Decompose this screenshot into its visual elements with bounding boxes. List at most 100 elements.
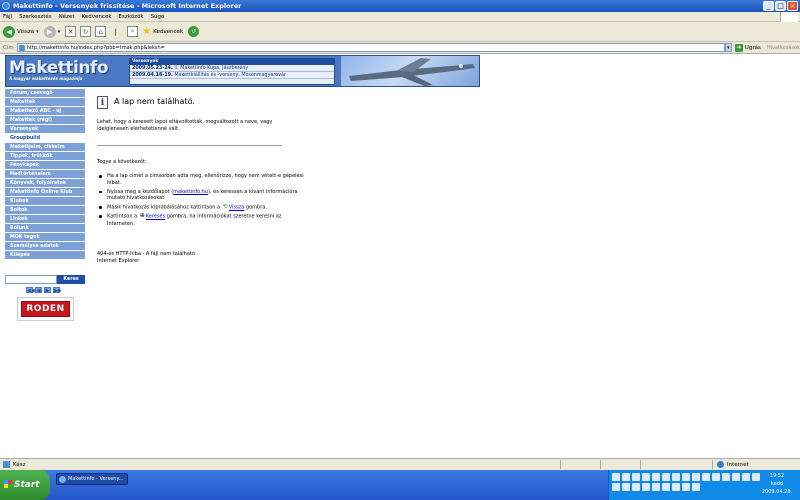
tray-icon[interactable]: [612, 473, 620, 481]
address-bar: Cím http://makettinfo.hu/index.php?pbb=t…: [0, 42, 800, 54]
list-item-text: Ha a lap címét a címsorban adta meg, ell…: [107, 173, 304, 186]
sidebar-item[interactable]: MOK tagok: [5, 233, 85, 242]
prev-page-icon[interactable]: ◀: [35, 287, 42, 294]
page-icon: [3, 461, 10, 468]
forward-button[interactable]: ▶ ▾: [43, 25, 61, 38]
menu-tools[interactable]: Eszközök: [119, 14, 144, 20]
search-input[interactable]: [5, 275, 57, 284]
news-item[interactable]: 2009.05.23-24. II. Makettinfo Kupa, Jász…: [130, 65, 334, 72]
tray-icon[interactable]: [692, 473, 700, 481]
tray-icon[interactable]: [612, 483, 620, 491]
sidebar-item[interactable]: Boltok: [5, 206, 85, 215]
menu-favorites[interactable]: Kedvencek: [82, 14, 112, 20]
tray-icon[interactable]: [732, 473, 740, 481]
tray-icon[interactable]: [642, 483, 650, 491]
roden-logo: RODEN: [21, 301, 70, 317]
tray-icon[interactable]: [652, 483, 660, 491]
sidebar-item[interactable]: Könyvek, folyóiratok: [5, 179, 85, 188]
status-divider: [560, 460, 561, 469]
back-arrow-icon: ◀: [3, 25, 15, 38]
tray-icon[interactable]: [742, 473, 750, 481]
home-icon[interactable]: ⌂: [95, 26, 107, 37]
chevron-down-icon[interactable]: ▾: [58, 29, 61, 35]
toolbar: ◀ Vissza ▾ ▶ ▾ ✕ ↻ ⌂ | ⌕ ★ Kedvencek ↺: [0, 22, 800, 42]
globe-icon: [717, 461, 724, 468]
tray-icon[interactable]: [672, 473, 680, 481]
list-item: Ha a lap címét a címsorban adta meg, ell…: [99, 173, 307, 187]
sidebar-item[interactable]: Versenyek: [5, 125, 85, 134]
sidebar-item[interactable]: Makettek: [5, 98, 85, 107]
sidebar-item[interactable]: Hadtörténelem: [5, 170, 85, 179]
list-item: Nyissa meg a kezdőlapot (makettinfo.hu),…: [99, 189, 307, 203]
first-page-icon[interactable]: ◀◀: [26, 287, 35, 294]
links-button[interactable]: Hivatkozások: [767, 45, 800, 51]
tray-icon[interactable]: [672, 483, 680, 491]
go-button[interactable]: ➜ Ugrás: [734, 43, 761, 52]
minimize-button[interactable]: _: [763, 1, 774, 11]
clock[interactable]: 19:52 kedd 2009.04.28.: [758, 472, 796, 496]
tray-icon[interactable]: [682, 483, 690, 491]
sidebar-item[interactable]: Makettek (régi): [5, 116, 85, 125]
sidebar-item[interactable]: Rólunk: [5, 224, 85, 233]
sidebar-item[interactable]: Fényképek: [5, 161, 85, 170]
sidebar-item[interactable]: Fórum, csevegő: [5, 89, 85, 98]
search-link[interactable]: Keresés: [146, 214, 165, 220]
instructions-heading: Tegye a következőt:: [97, 159, 147, 165]
menu-view[interactable]: Nézet: [59, 14, 75, 20]
back-link[interactable]: Vissza: [229, 205, 245, 211]
tray-icon[interactable]: [692, 483, 700, 491]
start-button[interactable]: Start: [0, 470, 50, 500]
history-icon[interactable]: ↺: [188, 26, 200, 37]
close-button[interactable]: ×: [787, 1, 798, 11]
tray-icon[interactable]: [632, 473, 640, 481]
sidebar-item[interactable]: Linkek: [5, 215, 85, 224]
tray-icon[interactable]: [622, 483, 630, 491]
tray-icon[interactable]: [652, 473, 660, 481]
window-title: Makettinfo - Versenyek frissítése - Micr…: [13, 2, 242, 10]
divider: [97, 145, 282, 146]
search-button[interactable]: Keres: [57, 275, 85, 284]
tray-icon[interactable]: [722, 473, 730, 481]
sidebar-item[interactable]: Kilépés: [5, 251, 85, 260]
homepage-link[interactable]: makettinfo.hu: [173, 189, 208, 195]
search-icon[interactable]: ⌕: [127, 26, 139, 37]
sidebar-item[interactable]: Tippek, trükkök: [5, 152, 85, 161]
next-page-icon[interactable]: ▶: [44, 287, 51, 294]
sidebar-item[interactable]: Személyes adatok: [5, 242, 85, 251]
list-item-text: gombra.: [244, 204, 267, 211]
menu-help[interactable]: Súgó: [151, 14, 165, 20]
sidebar-item[interactable]: Klubok: [5, 197, 85, 206]
sponsor-banner[interactable]: RODEN: [17, 297, 74, 321]
refresh-icon[interactable]: ↻: [80, 26, 92, 37]
sidebar-item[interactable]: Makettező ABC - új: [5, 107, 85, 116]
menu-file[interactable]: Fájl: [3, 14, 12, 20]
tray-icon[interactable]: [632, 483, 640, 491]
address-input[interactable]: http://makettinfo.hu/index.php?pbb=tmak.…: [16, 43, 725, 52]
taskbar-app-button[interactable]: Makettinfo - Verseny...: [56, 473, 128, 485]
title-bar[interactable]: Makettinfo - Versenyek frissítése - Micr…: [0, 0, 800, 12]
tray-icon[interactable]: [642, 473, 650, 481]
pager: ◀◀ ◀ ▶ ▶▶: [26, 287, 62, 294]
stop-icon[interactable]: ✕: [65, 26, 77, 37]
news-text: Makettinfo Kupa, Jászberény: [180, 66, 249, 71]
sidebar-item[interactable]: Groupbuild: [5, 134, 85, 143]
chevron-down-icon[interactable]: ▾: [36, 29, 39, 35]
menu-edit[interactable]: Szerkesztés: [19, 14, 52, 20]
sidebar-item[interactable]: Makettinfo Online Klub: [5, 188, 85, 197]
tray-icon[interactable]: [622, 473, 630, 481]
error-title: A lap nem található.: [114, 97, 195, 106]
address-dropdown[interactable]: ▾: [724, 43, 732, 52]
sidebar-item[interactable]: Makettjeim, cikkeim: [5, 143, 85, 152]
forward-arrow-icon: ▶: [43, 25, 56, 38]
site-logo[interactable]: Makettinfo A magyar makettezés magazinja: [9, 58, 125, 86]
tray-icon[interactable]: [702, 473, 710, 481]
back-button[interactable]: ◀ Vissza ▾: [3, 25, 39, 38]
last-page-icon[interactable]: ▶▶: [53, 287, 62, 294]
maximize-button[interactable]: □: [775, 1, 786, 11]
tray-icon[interactable]: [662, 473, 670, 481]
tray-icon[interactable]: [682, 473, 690, 481]
favorites-button[interactable]: ★ Kedvencek: [142, 26, 183, 37]
news-item[interactable]: 2009.04.18-19. Makettkiállítás és -verse…: [130, 72, 334, 79]
tray-icon[interactable]: [712, 473, 720, 481]
tray-icon[interactable]: [662, 483, 670, 491]
